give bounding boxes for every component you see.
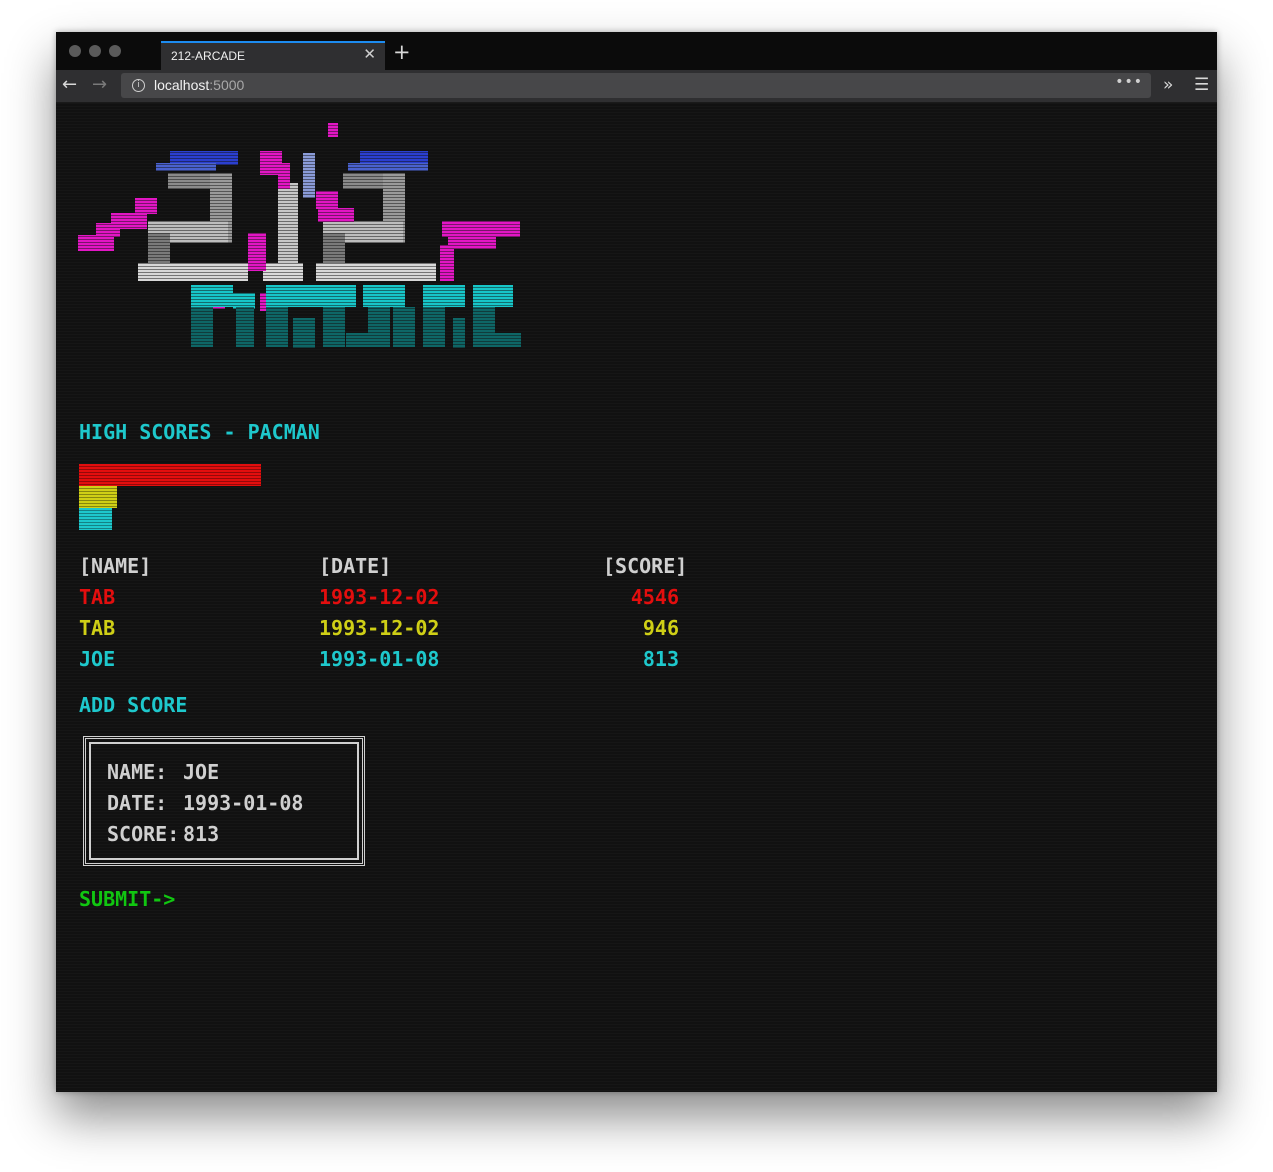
overflow-icon[interactable]: »	[1163, 74, 1173, 96]
add-score-heading: ADD SCORE	[79, 693, 188, 717]
tab-bar: 212-ARCADE ✕ +	[56, 32, 1217, 70]
submit-button[interactable]: SUBMIT->	[79, 887, 175, 911]
back-arrow-icon[interactable]: ←	[62, 74, 77, 96]
score-row-date: 1993-12-02	[319, 585, 440, 609]
arcade-logo	[78, 123, 523, 348]
score-bar	[79, 508, 112, 530]
score-row-score: 4546	[630, 585, 679, 609]
browser-window: 212-ARCADE ✕ + ← → i localhost:5000 ••• …	[56, 32, 1217, 1092]
column-header-name: [NAME]	[79, 554, 152, 578]
date-label: DATE:	[107, 791, 168, 815]
more-icon[interactable]: •••	[1115, 74, 1143, 90]
score-bar	[79, 464, 261, 486]
score-bar	[79, 486, 117, 508]
column-header-score: [SCORE]	[603, 554, 688, 578]
score-row-score: 946	[642, 616, 679, 640]
forward-arrow-icon[interactable]: →	[92, 74, 107, 96]
close-icon[interactable]: ✕	[363, 45, 376, 63]
score-field[interactable]: 813	[183, 822, 219, 846]
date-field[interactable]: 1993-01-08	[183, 791, 303, 815]
score-row-date: 1993-01-08	[319, 647, 440, 671]
url-text: localhost:5000	[154, 77, 245, 93]
add-score-form: NAME: JOE DATE: 1993-01-08 SCORE: 813	[83, 736, 365, 866]
score-row-name: TAB	[79, 585, 116, 609]
score-row-name: JOE	[79, 647, 116, 671]
score-row-date: 1993-12-02	[319, 616, 440, 640]
column-header-date: [DATE]	[319, 554, 392, 578]
page-content: HIGH SCORES - PACMAN [NAME] [DATE] [SCOR…	[56, 103, 1217, 1092]
minimize-window-button[interactable]	[89, 45, 101, 57]
name-label: NAME:	[107, 760, 168, 784]
score-row-score: 813	[642, 647, 679, 671]
nav-bar: ← → i localhost:5000 ••• » ☰	[56, 70, 1217, 103]
info-icon[interactable]: i	[132, 79, 145, 92]
close-window-button[interactable]	[69, 45, 81, 57]
browser-tab[interactable]: 212-ARCADE ✕	[161, 41, 385, 70]
score-label: SCORE:	[107, 822, 180, 846]
tab-title: 212-ARCADE	[171, 49, 246, 63]
plus-icon[interactable]: +	[393, 40, 411, 64]
url-bar[interactable]: i localhost:5000 •••	[121, 73, 1151, 98]
page-title: HIGH SCORES - PACMAN	[79, 420, 320, 444]
zoom-window-button[interactable]	[109, 45, 121, 57]
name-field[interactable]: JOE	[183, 760, 219, 784]
hamburger-menu-icon[interactable]: ☰	[1194, 74, 1209, 96]
score-row-name: TAB	[79, 616, 116, 640]
